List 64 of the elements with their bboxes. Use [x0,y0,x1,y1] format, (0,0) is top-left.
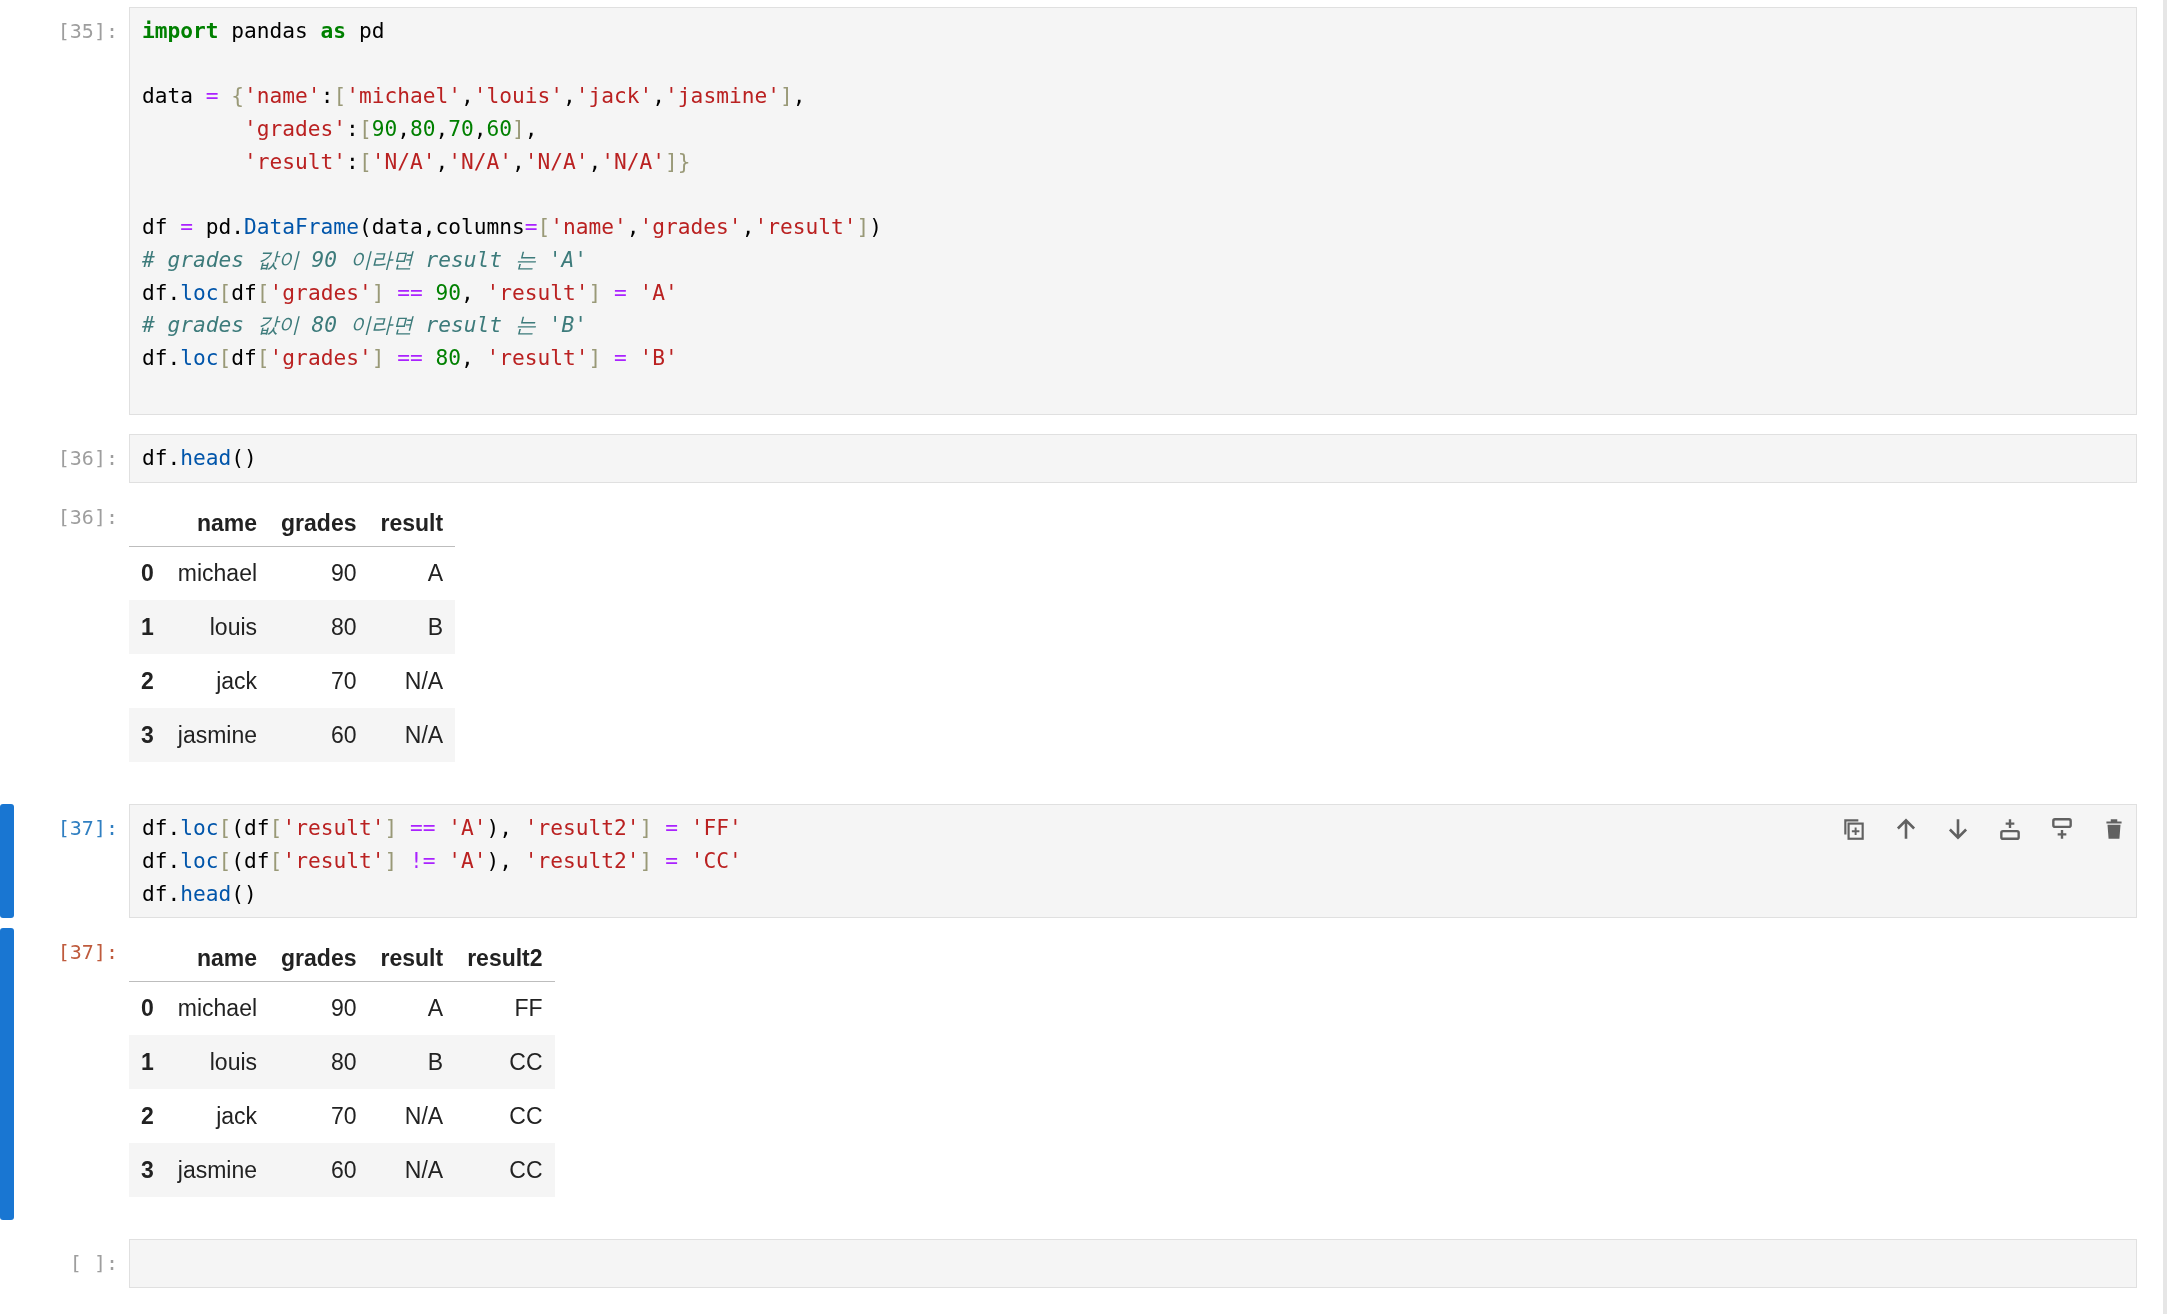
table-cell: 60 [269,708,369,763]
row-index: 3 [129,1143,166,1198]
code-line: data = {'name':['michael','louis','jack','jasmine'], [142,82,806,111]
table-cell: N/A [368,1089,456,1144]
table-cell: jasmine [165,1143,270,1198]
code-editor[interactable]: df.head() [129,434,2137,484]
code-editor[interactable]: df.loc[(df['result'] == 'A'), 'result2'] = 'FF' df.loc[(df['result'] != 'A'), 'result2'] = 'CC' df.head() [129,804,2137,919]
column-header: result [368,501,456,547]
table-cell: B [368,600,456,655]
column-header: grades [269,936,369,982]
table-cell: michael [165,981,270,1036]
column-header: grades [269,501,369,547]
table-cell: 80 [269,600,369,655]
column-header: name [165,501,270,547]
code-line: df.loc[(df['result'] == 'A'), 'result2'] = 'FF' [142,814,742,843]
row-index: 2 [129,654,166,709]
table-cell: 70 [269,654,369,709]
table-cell: FF [455,981,555,1036]
column-header: result2 [455,936,555,982]
output-prompt: [37]: [56,939,119,967]
table-cell: CC [455,1143,555,1198]
input-prompt: [37]: [56,815,119,843]
row-index: 1 [129,600,166,655]
table-cell: jasmine [165,708,270,763]
table-cell: 90 [269,546,369,601]
table-cell: A [368,981,456,1036]
row-index: 1 [129,1035,166,1090]
code-line: df.loc[(df['result'] != 'A'), 'result2'] = 'CC' [142,846,742,875]
output-prompt: [36]: [56,504,119,532]
column-header: result [368,936,456,982]
row-index: 3 [129,708,166,763]
code-line: 'grades':[90,80,70,60], [243,115,538,144]
row-index: 0 [129,981,166,1036]
table-cell: A [368,546,456,601]
table-cell: CC [455,1035,555,1090]
code-line: df = pd.DataFrame(data,columns=['name','grades','result']) [142,213,882,242]
table-cell: louis [165,1035,270,1090]
row-index: 0 [129,546,166,601]
code-line: # grades 값이 80 이라면 result 는 'B' [142,311,587,340]
table-cell: N/A [368,708,456,763]
code-line: df.loc[df['grades'] == 90, 'result'] = 'A' [142,278,678,307]
input-prompt: [35]: [56,18,119,45]
row-index: 2 [129,1089,166,1144]
code-line: df.head() [142,444,257,473]
table-cell: CC [455,1089,555,1144]
table-cell: louis [165,600,270,655]
table-cell: michael [165,546,270,601]
table-cell: B [368,1035,456,1090]
table-cell: jack [165,1089,270,1144]
code-line: # grades 값이 90 이라면 result 는 'A' [142,245,587,274]
code-line: df.loc[df['grades'] == 80, 'result'] = 'B' [142,344,678,372]
table-cell: 90 [269,981,369,1036]
input-prompt: [ ]: [68,1250,119,1278]
code-line: 'result':['N/A','N/A','N/A','N/A']} [243,147,691,176]
table-cell: 80 [269,1035,369,1090]
input-prompt: [36]: [56,445,119,473]
code-line: import pandas as pd [142,17,385,45]
table-cell: jack [165,654,270,709]
table-cell: N/A [368,1143,456,1198]
table-cell: N/A [368,654,456,709]
table-cell: 60 [269,1143,369,1198]
column-header: name [165,936,270,982]
table-cell: 70 [269,1089,369,1144]
code-line: df.head() [142,879,257,908]
